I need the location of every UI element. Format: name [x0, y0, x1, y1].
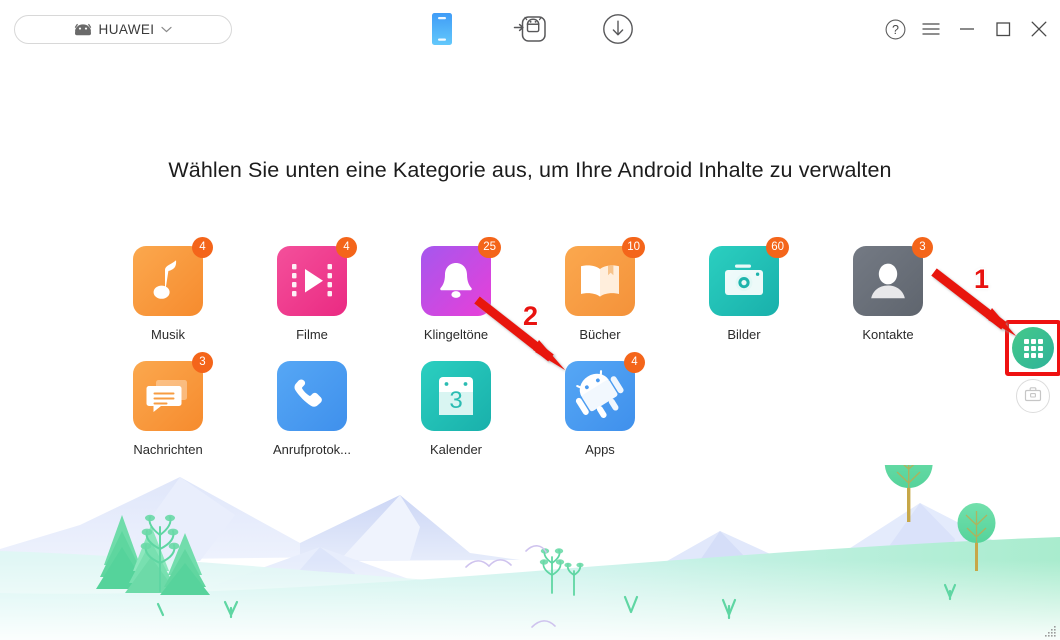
icon-wrap: 4 — [133, 237, 213, 316]
device-selector[interactable]: HUAWEI — [14, 15, 232, 44]
phone-handset-icon — [277, 361, 347, 431]
android-transfer-icon[interactable] — [508, 9, 552, 49]
badge-count: 4 — [624, 352, 645, 373]
apps-grid-button[interactable] — [1012, 327, 1054, 369]
category-label: Bücher — [579, 327, 621, 342]
android-head-icon — [74, 23, 92, 36]
birds — [465, 545, 556, 628]
category-label: Apps — [585, 442, 615, 457]
pine-trees — [96, 515, 210, 595]
grid-apps-icon — [1023, 338, 1043, 358]
category-tile-kontakte[interactable]: 3 Kontakte — [816, 237, 960, 361]
close-icon[interactable] — [1028, 18, 1050, 40]
category-tile-nachrichten[interactable]: 3 Nachrichten — [96, 352, 240, 476]
person-icon — [853, 246, 923, 316]
music-note-icon — [133, 246, 203, 316]
category-row-2: 3 Nachrichten Anrufprotok... 3 Kalender … — [96, 352, 964, 476]
badge-count: 10 — [622, 237, 645, 258]
icon-wrap: 25 — [421, 237, 501, 316]
category-label: Filme — [296, 327, 328, 342]
category-tile-filme[interactable]: 4 Filme — [240, 237, 384, 361]
category-tile-apps[interactable]: 4 Apps — [528, 352, 672, 476]
fern-plant — [144, 516, 176, 592]
annotation-number-1: 1 — [974, 264, 990, 294]
badge-count: 4 — [336, 237, 357, 258]
download-circle-icon[interactable] — [596, 9, 640, 49]
app-window: HUAWEI ? Wählen Sie unten eine Kategorie… — [0, 0, 1060, 640]
phone-device-icon[interactable] — [420, 9, 464, 49]
category-label: Musik — [151, 327, 185, 342]
category-label: Kontakte — [862, 327, 914, 342]
toolbox-icon — [1024, 386, 1042, 407]
chevron-down-icon — [161, 26, 173, 33]
bell-icon — [421, 246, 491, 316]
category-grid: 4 Musik 4 Filme 25 Klingeltöne 10 Bücher… — [96, 237, 964, 476]
calendar-day-number: 3 — [449, 387, 462, 414]
open-book-icon — [565, 246, 635, 316]
minimize-icon[interactable] — [956, 18, 978, 40]
maximize-icon[interactable] — [992, 18, 1014, 40]
round-tree-1 — [957, 503, 996, 571]
resize-grip[interactable] — [1043, 623, 1057, 637]
icon-wrap: 10 — [565, 237, 645, 316]
calendar-icon: 3 — [421, 361, 491, 431]
category-label: Nachrichten — [133, 442, 203, 457]
icon-wrap: 4 — [277, 237, 357, 316]
icon-wrap: 4 — [565, 352, 645, 431]
toolbox-button[interactable] — [1016, 379, 1050, 413]
device-name-label: HUAWEI — [98, 22, 155, 37]
window-controls: ? — [884, 0, 1050, 58]
icon-wrap: 3 — [421, 361, 491, 431]
landscape-illustration — [0, 465, 1060, 640]
category-row-1: 4 Musik 4 Filme 25 Klingeltöne 10 Bücher… — [96, 237, 964, 361]
icon-wrap: 60 — [709, 237, 789, 316]
grass-tufts — [156, 583, 957, 620]
hamburger-menu-icon[interactable] — [920, 18, 942, 40]
category-tile-buecher[interactable]: 10 Bücher — [528, 237, 672, 361]
category-label: Kalender — [429, 442, 483, 457]
icon-wrap: 3 — [853, 237, 933, 316]
message-bubble-icon — [133, 361, 203, 431]
page-headline: Wählen Sie unten eine Kategorie aus, um … — [168, 158, 892, 182]
badge-count: 3 — [912, 237, 933, 258]
camera-icon — [709, 246, 779, 316]
icon-wrap: 3 — [133, 352, 213, 431]
badge-count: 4 — [192, 237, 213, 258]
help-circle-icon[interactable]: ? — [884, 18, 906, 40]
category-label: Klingeltöne — [423, 327, 489, 342]
category-tile-kalender[interactable]: 3 Kalender — [384, 361, 528, 476]
title-bar: HUAWEI ? — [0, 0, 1060, 58]
category-label: Bilder — [727, 327, 761, 342]
badge-count: 3 — [192, 352, 213, 373]
android-robot-icon — [565, 361, 635, 431]
category-tile-klingeltoene[interactable]: 25 Klingeltöne — [384, 237, 528, 361]
film-play-icon — [277, 246, 347, 316]
small-plant-cluster — [542, 549, 582, 596]
category-tile-musik[interactable]: 4 Musik — [96, 237, 240, 361]
badge-count: 25 — [478, 237, 501, 258]
icon-wrap — [277, 361, 347, 431]
category-tile-anrufprotokoll[interactable]: Anrufprotok... — [240, 361, 384, 476]
category-tile-bilder[interactable]: 60 Bilder — [672, 237, 816, 361]
badge-count: 60 — [766, 237, 789, 258]
svg-text:?: ? — [892, 22, 899, 36]
category-label: Anrufprotok... — [272, 442, 352, 457]
